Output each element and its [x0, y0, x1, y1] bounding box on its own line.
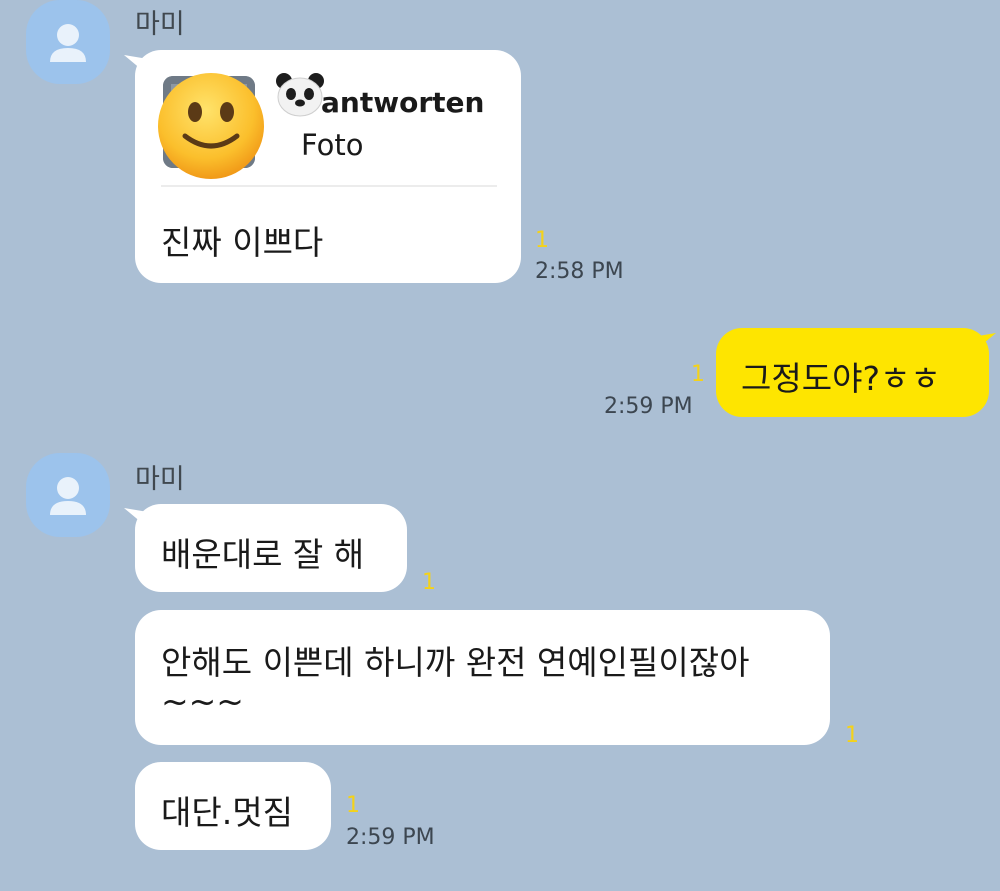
sender-avatar[interactable]	[26, 453, 110, 537]
bubble-tail	[972, 333, 996, 353]
reply-divider	[161, 185, 497, 187]
unread-count: 1	[346, 793, 360, 818]
message-text: 진짜 이쁘다	[161, 223, 324, 262]
message-text: 그정도야?ㅎㅎ	[741, 359, 941, 398]
unread-count: 1	[535, 228, 549, 253]
message-bubble[interactable]: 안해도 이쁜데 하니까 완전 연예인필이잖아 ~~~	[135, 610, 830, 745]
smiling-face-icon	[158, 73, 264, 179]
message-time: 2:58 PM	[535, 259, 624, 284]
reply-target-name: antworten	[321, 86, 485, 119]
unread-count: 1	[422, 570, 436, 595]
sender-name: 마미	[135, 464, 185, 495]
bear-face-icon	[276, 73, 324, 117]
unread-count: 1	[691, 362, 705, 387]
message-time: 2:59 PM	[346, 825, 435, 850]
unread-count: 1	[845, 723, 859, 748]
message-text: 배운대로 잘 해	[161, 535, 365, 574]
message-bubble[interactable]: 배운대로 잘 해	[135, 504, 407, 592]
message-time: 2:59 PM	[604, 394, 693, 419]
person-icon	[50, 477, 86, 515]
message-text: 대단.멋짐	[161, 793, 293, 832]
sender-name: 마미	[135, 9, 185, 40]
message-bubble-reply[interactable]: antworten Foto 진짜 이쁘다	[135, 50, 521, 283]
my-message-bubble[interactable]: 그정도야?ㅎㅎ	[716, 328, 989, 417]
message-text-line-1: 안해도 이쁜데 하니까 완전 연예인필이잖아	[161, 643, 750, 682]
reply-preview[interactable]: antworten Foto	[158, 72, 497, 179]
message-bubble[interactable]: 대단.멋짐	[135, 762, 331, 850]
sender-avatar[interactable]	[26, 0, 110, 84]
person-icon	[50, 24, 86, 62]
message-text-line-2: ~~~	[161, 682, 244, 721]
reply-target-type: Foto	[301, 128, 364, 162]
